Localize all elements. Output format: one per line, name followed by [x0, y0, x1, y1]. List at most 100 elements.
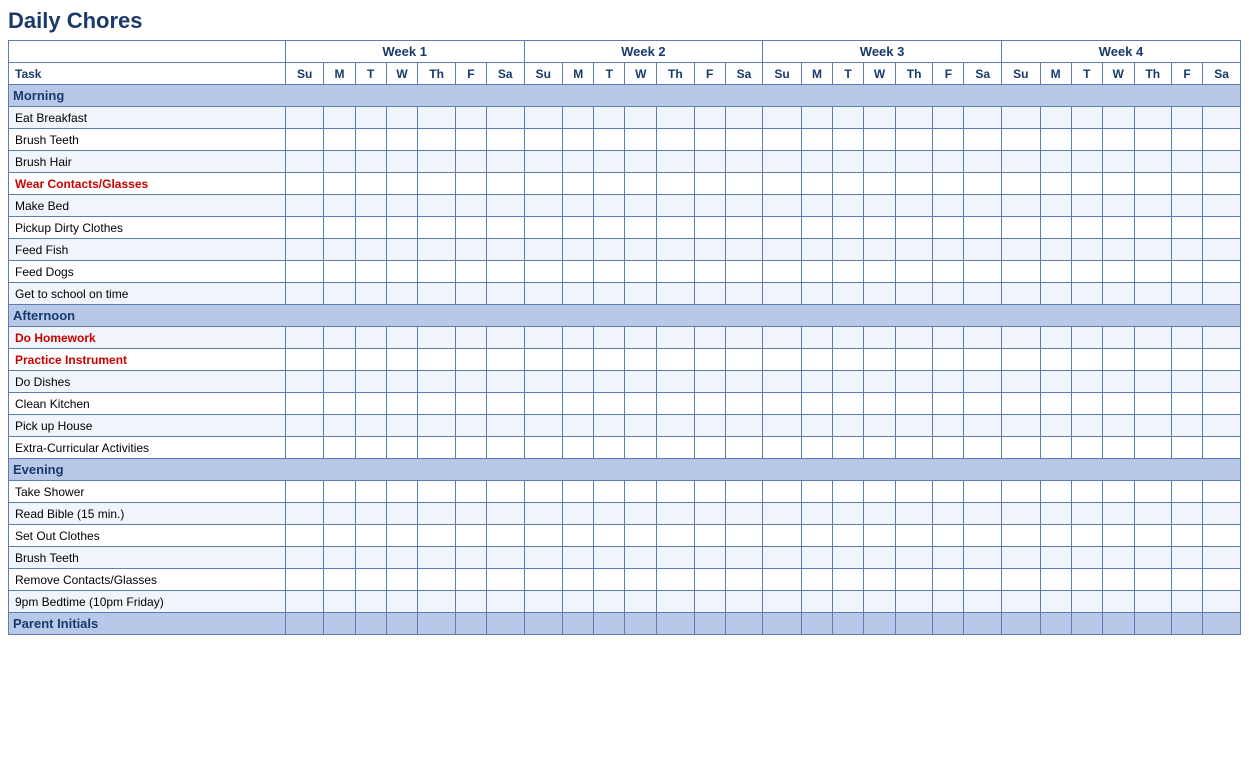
chore-cell[interactable] [933, 349, 964, 371]
chore-cell[interactable] [725, 151, 763, 173]
chore-cell[interactable] [487, 415, 525, 437]
chore-cell[interactable] [524, 261, 563, 283]
chore-cell[interactable] [1071, 129, 1102, 151]
chore-cell[interactable] [657, 349, 694, 371]
chore-cell[interactable] [1071, 107, 1102, 129]
chore-cell[interactable] [1203, 173, 1241, 195]
chore-cell[interactable] [864, 569, 896, 591]
chore-cell[interactable] [933, 327, 964, 349]
chore-cell[interactable] [418, 371, 455, 393]
chore-cell[interactable] [487, 547, 525, 569]
parent-initial-cell[interactable] [455, 613, 486, 635]
chore-cell[interactable] [1102, 217, 1134, 239]
chore-cell[interactable] [324, 503, 355, 525]
chore-cell[interactable] [455, 349, 486, 371]
chore-cell[interactable] [1102, 437, 1134, 459]
chore-cell[interactable] [455, 393, 486, 415]
chore-cell[interactable] [455, 525, 486, 547]
chore-cell[interactable] [563, 525, 594, 547]
chore-cell[interactable] [594, 525, 625, 547]
chore-cell[interactable] [933, 195, 964, 217]
chore-cell[interactable] [833, 415, 864, 437]
chore-cell[interactable] [1102, 173, 1134, 195]
parent-initial-cell[interactable] [1040, 613, 1071, 635]
chore-cell[interactable] [324, 261, 355, 283]
chore-cell[interactable] [563, 327, 594, 349]
chore-cell[interactable] [324, 129, 355, 151]
chore-cell[interactable] [418, 547, 455, 569]
parent-initial-cell[interactable] [864, 613, 896, 635]
chore-cell[interactable] [1134, 503, 1171, 525]
chore-cell[interactable] [487, 393, 525, 415]
chore-cell[interactable] [355, 437, 386, 459]
chore-cell[interactable] [1172, 393, 1203, 415]
chore-cell[interactable] [487, 261, 525, 283]
chore-cell[interactable] [964, 107, 1002, 129]
chore-cell[interactable] [1172, 283, 1203, 305]
chore-cell[interactable] [1102, 283, 1134, 305]
chore-cell[interactable] [487, 239, 525, 261]
chore-cell[interactable] [1001, 327, 1040, 349]
parent-initial-cell[interactable] [833, 613, 864, 635]
chore-cell[interactable] [285, 547, 324, 569]
chore-cell[interactable] [563, 415, 594, 437]
chore-cell[interactable] [355, 525, 386, 547]
chore-cell[interactable] [455, 129, 486, 151]
chore-cell[interactable] [1040, 173, 1071, 195]
chore-cell[interactable] [801, 349, 832, 371]
chore-cell[interactable] [625, 569, 657, 591]
chore-cell[interactable] [1001, 349, 1040, 371]
parent-initial-cell[interactable] [594, 613, 625, 635]
chore-cell[interactable] [594, 151, 625, 173]
chore-cell[interactable] [1040, 547, 1071, 569]
chore-cell[interactable] [833, 283, 864, 305]
chore-cell[interactable] [964, 327, 1002, 349]
chore-cell[interactable] [1203, 569, 1241, 591]
chore-cell[interactable] [1071, 327, 1102, 349]
chore-cell[interactable] [1071, 547, 1102, 569]
chore-cell[interactable] [964, 503, 1002, 525]
chore-cell[interactable] [487, 525, 525, 547]
chore-cell[interactable] [455, 547, 486, 569]
chore-cell[interactable] [625, 591, 657, 613]
chore-cell[interactable] [418, 217, 455, 239]
chore-cell[interactable] [386, 129, 418, 151]
chore-cell[interactable] [864, 195, 896, 217]
chore-cell[interactable] [524, 371, 563, 393]
chore-cell[interactable] [657, 437, 694, 459]
chore-cell[interactable] [694, 107, 725, 129]
chore-cell[interactable] [833, 525, 864, 547]
chore-cell[interactable] [1040, 107, 1071, 129]
chore-cell[interactable] [1040, 151, 1071, 173]
chore-cell[interactable] [455, 481, 486, 503]
chore-cell[interactable] [386, 239, 418, 261]
chore-cell[interactable] [563, 151, 594, 173]
chore-cell[interactable] [1134, 239, 1171, 261]
chore-cell[interactable] [1134, 173, 1171, 195]
chore-cell[interactable] [324, 327, 355, 349]
chore-cell[interactable] [355, 371, 386, 393]
chore-cell[interactable] [386, 217, 418, 239]
chore-cell[interactable] [1001, 547, 1040, 569]
chore-cell[interactable] [694, 173, 725, 195]
chore-cell[interactable] [763, 393, 802, 415]
chore-cell[interactable] [1001, 239, 1040, 261]
chore-cell[interactable] [964, 261, 1002, 283]
chore-cell[interactable] [563, 107, 594, 129]
chore-cell[interactable] [455, 283, 486, 305]
chore-cell[interactable] [594, 349, 625, 371]
chore-cell[interactable] [355, 503, 386, 525]
chore-cell[interactable] [324, 547, 355, 569]
chore-cell[interactable] [833, 481, 864, 503]
chore-cell[interactable] [324, 481, 355, 503]
chore-cell[interactable] [657, 393, 694, 415]
chore-cell[interactable] [625, 327, 657, 349]
chore-cell[interactable] [285, 239, 324, 261]
chore-cell[interactable] [625, 437, 657, 459]
chore-cell[interactable] [455, 437, 486, 459]
chore-cell[interactable] [1040, 437, 1071, 459]
parent-initial-cell[interactable] [1172, 613, 1203, 635]
chore-cell[interactable] [625, 217, 657, 239]
chore-cell[interactable] [895, 569, 932, 591]
parent-initial-cell[interactable] [625, 613, 657, 635]
